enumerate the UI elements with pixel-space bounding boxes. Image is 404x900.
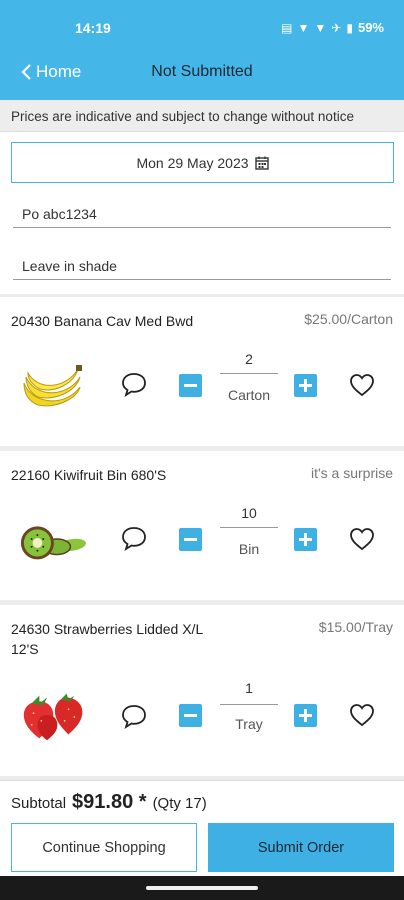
- quantity-value[interactable]: 2: [220, 351, 278, 367]
- calendar-icon: [254, 156, 269, 170]
- delivery-date-picker[interactable]: Mon 29 May 2023: [11, 142, 394, 183]
- battery-percent: 59%: [357, 20, 384, 35]
- airplane-icon: ✈: [331, 20, 342, 35]
- total-quantity: (Qty 17): [152, 795, 207, 812]
- status-bar: 14:19 ▤ ▼ ▼ ✈ ▮ 59%: [0, 0, 404, 56]
- system-navigation-bar: [0, 876, 404, 900]
- comment-icon[interactable]: [120, 524, 148, 552]
- decrease-quantity-button[interactable]: [179, 528, 202, 551]
- decrease-quantity-button[interactable]: [179, 704, 202, 727]
- product-price: it's a surprise: [310, 465, 393, 481]
- quantity-divider: [220, 527, 278, 528]
- quantity-value[interactable]: 1: [220, 680, 278, 696]
- order-form: Mon 29 May 2023 Po abc1234 Leave in shad…: [0, 132, 404, 294]
- page-title: Not Submitted: [151, 63, 253, 80]
- status-time: 14:19: [75, 20, 111, 36]
- product-price: $25.00/Carton: [304, 311, 393, 327]
- product-name-line1: 24630 Strawberries Lidded X/L: [11, 621, 204, 637]
- po-number-field[interactable]: Po abc1234: [13, 202, 391, 228]
- product-name: 20430 Banana Cav Med Bwd: [11, 313, 194, 329]
- comment-icon[interactable]: [120, 702, 148, 730]
- delivery-date: Mon 29 May 2023: [136, 154, 249, 171]
- signal-icon: ▼: [314, 20, 327, 35]
- quantity-divider: [220, 704, 278, 705]
- unit-label: Tray: [235, 716, 263, 732]
- home-gesture-handle[interactable]: [146, 886, 258, 890]
- subtotal-amount: $91.80 *: [72, 791, 147, 813]
- subtotal-row: Subtotal $91.80 * (Qty 17): [11, 791, 207, 814]
- product-item: 22160 Kiwifruit Bin 680'S it's a surpris…: [0, 451, 404, 600]
- product-item: 24630 Strawberries Lidded X/L 12'S $15.0…: [0, 605, 404, 776]
- order-footer: Subtotal $91.80 * (Qty 17) Continue Shop…: [0, 780, 404, 876]
- app-header: 14:19 ▤ ▼ ▼ ✈ ▮ 59% Home Not Submitted: [0, 0, 404, 100]
- status-icons: ▤ ▼ ▼ ✈ ▮ 59%: [281, 20, 384, 35]
- heart-icon[interactable]: [348, 701, 376, 729]
- unit-label: Carton: [227, 387, 271, 403]
- product-name: 22160 Kiwifruit Bin 680'S: [11, 467, 167, 483]
- quantity-value[interactable]: 10: [220, 505, 278, 521]
- increase-quantity-button[interactable]: [294, 374, 317, 397]
- banana-image: [23, 365, 82, 407]
- quantity-divider: [220, 373, 278, 374]
- decrease-quantity-button[interactable]: [179, 374, 202, 397]
- subtotal-label: Subtotal: [11, 795, 67, 812]
- heart-icon[interactable]: [348, 371, 376, 399]
- increase-quantity-button[interactable]: [294, 528, 317, 551]
- price-notice: Prices are indicative and subject to cha…: [0, 100, 404, 132]
- strawberries-image: [23, 693, 83, 741]
- battery-icon: ▮: [346, 20, 353, 35]
- heart-icon[interactable]: [348, 525, 376, 553]
- continue-shopping-button[interactable]: Continue Shopping: [11, 823, 197, 872]
- delivery-note-field[interactable]: Leave in shade: [13, 254, 391, 280]
- comment-icon[interactable]: [120, 370, 148, 398]
- unit-label: Bin: [238, 541, 260, 557]
- notification-icon: ▤: [281, 20, 293, 35]
- increase-quantity-button[interactable]: [294, 704, 317, 727]
- product-name-line2: 12'S: [11, 641, 39, 657]
- submit-order-button[interactable]: Submit Order: [208, 823, 394, 872]
- product-price: $15.00/Tray: [318, 619, 393, 635]
- product-name: 24630 Strawberries Lidded X/L 12'S: [11, 619, 203, 659]
- product-item: 20430 Banana Cav Med Bwd $25.00/Carton 2…: [0, 297, 404, 446]
- wifi-icon: ▼: [297, 20, 310, 35]
- kiwifruit-image: [20, 526, 86, 560]
